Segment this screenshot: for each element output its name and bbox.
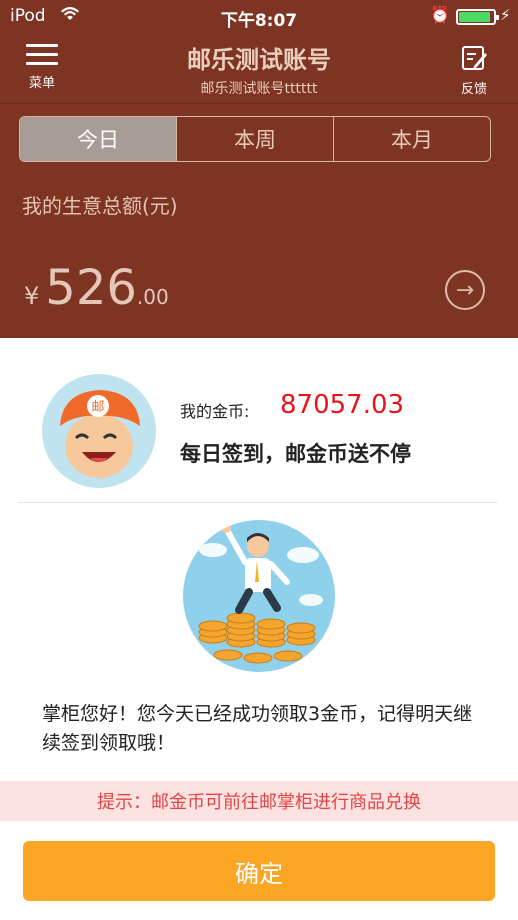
amount-decimal: .00 xyxy=(136,285,169,309)
hamburger-icon xyxy=(26,44,58,66)
confirm-button[interactable]: 确定 xyxy=(23,841,495,901)
confirm-label: 确定 xyxy=(235,859,283,888)
coins-illustration xyxy=(183,520,335,672)
tab-this-month[interactable]: 本月 xyxy=(333,117,490,161)
sales-detail-button[interactable]: → xyxy=(445,270,485,310)
avatar: 邮 xyxy=(42,374,156,488)
feedback-label: 反馈 xyxy=(460,82,487,97)
tab-today[interactable]: 今日 xyxy=(20,117,176,161)
arrow-right-icon: → xyxy=(455,277,475,303)
avatar-badge-text: 邮 xyxy=(91,400,104,415)
menu-label: 菜单 xyxy=(28,76,55,91)
menu-button[interactable]: 菜单 xyxy=(18,44,66,91)
coins-label: 我的金币: xyxy=(180,402,250,421)
tip-text: 提示：邮金币可前往邮掌柜进行商品兑换 xyxy=(97,792,421,813)
feedback-button[interactable]: 反馈 xyxy=(450,44,498,97)
nav-divider xyxy=(0,103,518,104)
edit-note-icon xyxy=(460,44,488,72)
charging-icon: ⚡ xyxy=(500,6,511,24)
checkin-slogan: 每日签到，邮金币送不停 xyxy=(180,442,411,466)
tip-bar: 提示：邮金币可前往邮掌柜进行商品兑换 xyxy=(0,781,518,821)
tab-this-week[interactable]: 本周 xyxy=(176,117,333,161)
amount-integer: 526 xyxy=(45,260,137,316)
page-title-block: 邮乐测试账号 邮乐测试账号tttttt xyxy=(100,40,418,98)
page-title: 邮乐测试账号 xyxy=(187,46,331,74)
period-segmented-control: 今日 本周 本月 xyxy=(19,116,491,162)
section-divider xyxy=(18,502,498,503)
alarm-icon: ⏰ xyxy=(430,5,450,24)
checkin-success-message: 掌柜您好！您今天已经成功领取3金币，记得明天继续签到领取哦！ xyxy=(42,703,473,754)
total-sales-label: 我的生意总额(元) xyxy=(22,194,178,218)
battery-fill xyxy=(459,12,490,22)
currency-symbol: ¥ xyxy=(24,282,40,310)
battery-icon xyxy=(456,9,499,25)
status-bar: iPod 下午8:07 ⏰ ⚡ xyxy=(0,0,518,34)
page-subtitle: 邮乐测试账号tttttt xyxy=(200,81,318,97)
coins-value: 87057.03 xyxy=(280,390,405,420)
total-sales-amount: ¥526.00 xyxy=(24,260,169,316)
